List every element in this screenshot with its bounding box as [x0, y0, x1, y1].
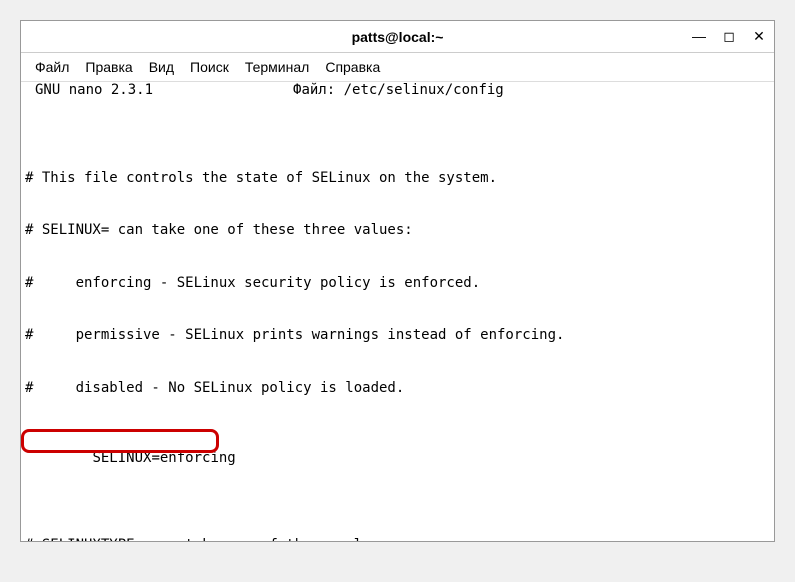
editor-line: # SELINUXTYPE= can take one of three val… [21, 537, 774, 541]
editor-line-highlighted: SELINUX=enforcing [21, 432, 774, 502]
editor-line: # disabled - No SELinux policy is loaded… [21, 380, 774, 398]
editor-line: # enforcing - SELinux security policy is… [21, 275, 774, 293]
window-controls: — ◻ ✕ [692, 28, 766, 45]
menu-terminal[interactable]: Терминал [239, 57, 315, 77]
terminal-window: patts@local:~ — ◻ ✕ Файл Правка Вид Поис… [20, 20, 775, 542]
nano-header: GNU nano 2.3.1 Файл: /etc/selinux/config [21, 82, 774, 100]
selinux-setting: SELINUX=enforcing [92, 450, 235, 466]
window-title: patts@local:~ [352, 29, 444, 45]
menubar: Файл Правка Вид Поиск Терминал Справка [21, 53, 774, 82]
menu-edit[interactable]: Правка [79, 57, 138, 77]
menu-view[interactable]: Вид [143, 57, 180, 77]
close-button[interactable]: ✕ [752, 28, 766, 45]
nano-app-name: GNU nano 2.3.1 [35, 82, 153, 100]
maximize-button[interactable]: ◻ [722, 28, 736, 45]
minimize-button[interactable]: — [692, 28, 706, 45]
titlebar: patts@local:~ — ◻ ✕ [21, 21, 774, 53]
editor-line: # SELINUX= can take one of these three v… [21, 222, 774, 240]
menu-help[interactable]: Справка [319, 57, 386, 77]
editor-line: # This file controls the state of SELinu… [21, 170, 774, 188]
menu-search[interactable]: Поиск [184, 57, 235, 77]
menu-file[interactable]: Файл [29, 57, 75, 77]
nano-file-path: Файл: /etc/selinux/config [293, 82, 504, 100]
editor-content[interactable]: # This file controls the state of SELinu… [21, 100, 774, 542]
editor-line: # permissive - SELinux prints warnings i… [21, 327, 774, 345]
terminal-area[interactable]: GNU nano 2.3.1 Файл: /etc/selinux/config… [21, 82, 774, 541]
